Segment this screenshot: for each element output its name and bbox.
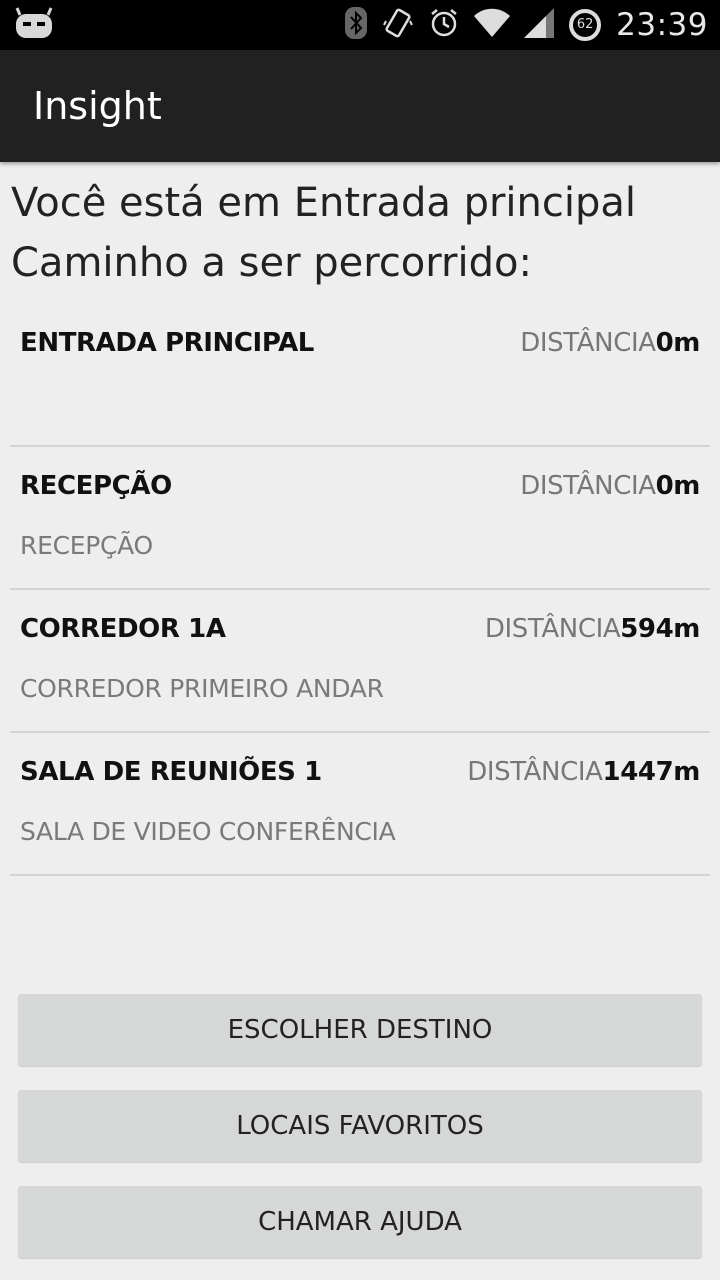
call-help-button[interactable]: CHAMAR AJUDA [18,1186,702,1258]
cyanogen-mascot-icon [14,6,54,45]
path-label: Caminho a ser percorrido: [11,240,532,286]
distance-label: DISTÂNCIA [520,328,656,358]
route-item[interactable]: RECEPÇÃO DISTÂNCIA0m RECEPÇÃO [10,447,710,590]
route-item-distance: DISTÂNCIA0m [520,471,700,501]
distance-value: 0m [655,471,701,501]
choose-destination-button[interactable]: ESCOLHER DESTINO [18,994,702,1066]
route-item-description: RECEPÇÃO [20,531,153,560]
current-location: Você está em Entrada principal [11,180,636,226]
signal-icon [524,7,555,43]
distance-label: DISTÂNCIA [484,614,621,644]
distance-label: DISTÂNCIA [520,471,656,501]
route-item[interactable]: SALA DE REUNIÕES 1 DISTÂNCIA1447m SALA D… [10,733,710,876]
route-item-name: RECEPÇÃO [20,471,172,501]
distance-value: 1447m [602,757,701,787]
route-item-name: SALA DE REUNIÕES 1 [20,757,322,787]
action-bar: Insight [0,50,720,162]
battery-level: 62 [576,17,594,32]
vibrate-icon [382,7,414,44]
route-list: ENTRADA PRINCIPAL DISTÂNCIA0m RECEPÇÃO D… [10,304,710,876]
route-item[interactable]: ENTRADA PRINCIPAL DISTÂNCIA0m [10,304,710,447]
battery-icon: 62 [568,8,602,42]
favorite-places-button[interactable]: LOCAIS FAVORITOS [18,1090,702,1162]
route-item-distance: DISTÂNCIA1447m [467,757,700,787]
bluetooth-icon [344,6,368,44]
route-item[interactable]: CORREDOR 1A DISTÂNCIA594m CORREDOR PRIME… [10,590,710,733]
route-item-name: CORREDOR 1A [20,614,226,644]
route-item-name: ENTRADA PRINCIPAL [20,328,314,358]
route-item-distance: DISTÂNCIA594m [485,614,700,644]
wifi-icon [474,8,511,43]
distance-value: 0m [655,328,701,358]
route-item-description: CORREDOR PRIMEIRO ANDAR [20,674,384,703]
status-time: 23:39 [616,7,708,43]
route-item-distance: DISTÂNCIA0m [520,328,700,358]
app-title: Insight [33,84,162,128]
alarm-icon [428,7,460,44]
distance-value: 594m [620,614,700,644]
route-item-description: SALA DE VIDEO CONFERÊNCIA [20,817,396,846]
distance-label: DISTÂNCIA [467,757,603,787]
status-bar: 62 23:39 [0,0,720,50]
